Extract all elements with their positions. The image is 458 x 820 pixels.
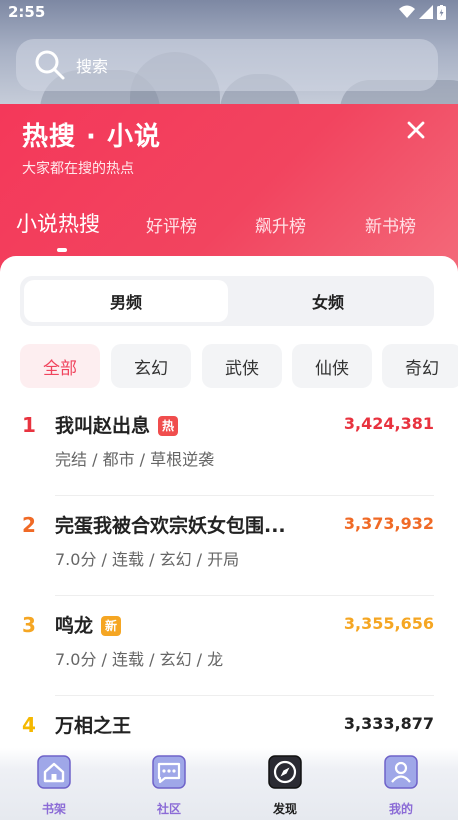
- nav-community[interactable]: 社区: [137, 750, 201, 816]
- tab-good-reviews[interactable]: 好评榜: [146, 212, 197, 237]
- tab-novel-hot[interactable]: 小说热搜: [16, 208, 100, 238]
- hot-score: 3,373,932: [343, 514, 434, 533]
- compass-icon: [268, 755, 302, 789]
- list-item[interactable]: 3 鸣龙新 7.0分 / 连载 / 玄幻 / 龙 3,355,656: [0, 596, 458, 696]
- book-tags: 7.0分 / 连载 / 玄幻 / 龙: [55, 650, 224, 669]
- rank-number: 3: [22, 613, 36, 637]
- battery-icon: [437, 4, 446, 20]
- hot-score: 3,333,877: [343, 714, 434, 733]
- close-icon[interactable]: [404, 118, 428, 142]
- rank-number: 4: [22, 713, 36, 737]
- tab-rising[interactable]: 飙升榜: [255, 212, 306, 237]
- gender-male-option[interactable]: 男频: [24, 280, 228, 322]
- book-title: 鸣龙新: [55, 611, 122, 638]
- category-filters: 全部 玄幻 武侠 仙侠 奇幻: [20, 344, 458, 388]
- nav-discover[interactable]: 发现: [253, 750, 317, 816]
- nav-label: 书架: [41, 802, 66, 816]
- tab-new-books[interactable]: 新书榜: [365, 212, 416, 237]
- content-card: 男频 女频 全部 玄幻 武侠 仙侠 奇幻 1 我叫赵出息热 完结 / 都市 / …: [0, 256, 458, 820]
- filter-qihuan[interactable]: 奇幻: [382, 344, 458, 388]
- filter-wuxia[interactable]: 武侠: [202, 344, 282, 388]
- list-item[interactable]: 2 完蛋我被合欢宗妖女包围... 7.0分 / 连载 / 玄幻 / 开局 3,3…: [0, 496, 458, 596]
- nav-bookshelf[interactable]: 书架: [22, 750, 86, 816]
- book-tags: 7.0分 / 连载 / 玄幻 / 开局: [55, 550, 240, 569]
- profile-icon: [384, 755, 418, 789]
- status-icons: [399, 4, 446, 20]
- gender-female-option[interactable]: 女频: [226, 280, 430, 322]
- list-item[interactable]: 1 我叫赵出息热 完结 / 都市 / 草根逆袭 3,424,381: [0, 396, 458, 496]
- filter-xianxia[interactable]: 仙侠: [292, 344, 372, 388]
- ranking-tabs: 小说热搜 好评榜 飙升榜 新书榜: [0, 208, 458, 248]
- filter-all[interactable]: 全部: [20, 344, 100, 388]
- search-placeholder: 搜索: [76, 57, 109, 76]
- hot-badge: 热: [158, 416, 179, 436]
- hot-search-subtitle: 大家都在搜的热点: [22, 161, 134, 177]
- chat-icon: [152, 755, 186, 789]
- filter-xuanhuan[interactable]: 玄幻: [111, 344, 191, 388]
- house-icon: [37, 755, 71, 789]
- book-tags: 完结 / 都市 / 草根逆袭: [55, 450, 215, 469]
- hot-search-title: 热搜 · 小说: [22, 122, 161, 152]
- status-bar: 2:55: [0, 0, 458, 24]
- book-title: 完蛋我被合欢宗妖女包围...: [55, 515, 286, 537]
- tab-indicator: [57, 248, 67, 252]
- book-title: 万相之王: [55, 715, 132, 737]
- wifi-icon: [399, 5, 415, 18]
- gender-switch: 男频 女频: [20, 276, 434, 326]
- nav-label: 发现: [272, 802, 297, 816]
- hot-search-panel: 热搜 · 小说 大家都在搜的热点 小说热搜 好评榜 飙升榜 新书榜: [0, 104, 458, 274]
- signal-icon: [419, 5, 433, 19]
- rank-number: 1: [22, 413, 36, 437]
- nav-label: 我的: [388, 802, 413, 816]
- search-icon: [35, 50, 65, 80]
- status-time: 2:55: [8, 3, 46, 21]
- hot-score: 3,355,656: [343, 614, 434, 633]
- bottom-nav: 书架 社区 发现 我的: [0, 748, 458, 820]
- new-badge: 新: [101, 616, 122, 636]
- rank-number: 2: [22, 513, 36, 537]
- nav-label: 社区: [156, 802, 181, 816]
- hot-score: 3,424,381: [343, 414, 434, 433]
- search-bar[interactable]: 搜索: [16, 39, 438, 91]
- nav-profile[interactable]: 我的: [369, 750, 433, 816]
- book-title: 我叫赵出息热: [55, 411, 179, 438]
